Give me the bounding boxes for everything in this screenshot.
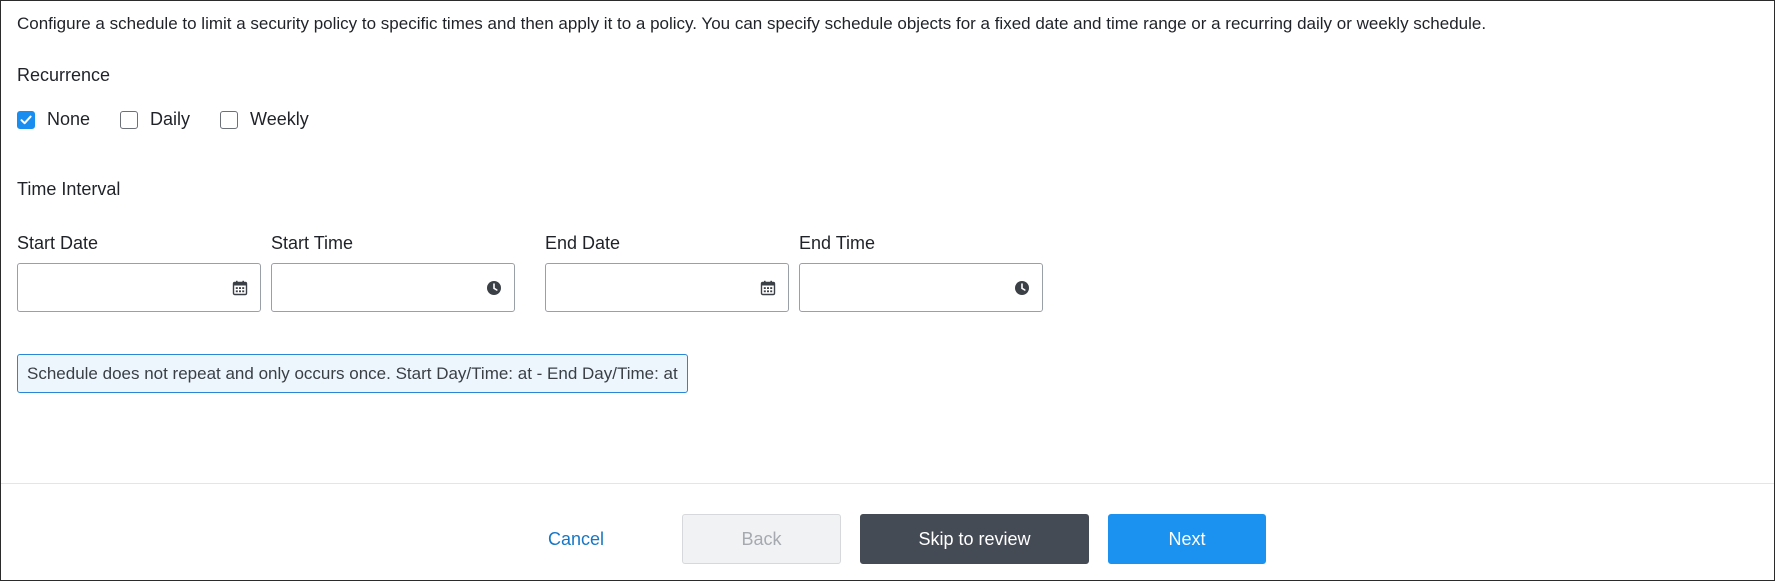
start-date-input-wrapper[interactable]: [17, 263, 261, 312]
start-date-field: Start Date: [17, 233, 261, 312]
start-time-input[interactable]: [282, 264, 476, 311]
skip-to-review-button[interactable]: Skip to review: [860, 514, 1089, 564]
end-time-field: End Time: [799, 233, 1043, 312]
footer-divider: [1, 483, 1774, 484]
recurrence-none-label: None: [47, 109, 91, 129]
panel-description: Configure a schedule to limit a security…: [17, 14, 1487, 33]
start-time-input-wrapper[interactable]: [271, 263, 515, 312]
clock-icon[interactable]: [486, 280, 502, 296]
time-interval-heading: Time Interval: [17, 179, 121, 199]
recurrence-options: None Daily Weekly: [17, 109, 339, 130]
calendar-icon[interactable]: [232, 280, 248, 296]
cancel-button[interactable]: Cancel: [521, 514, 631, 564]
start-time-field: Start Time: [271, 233, 515, 312]
end-time-input-wrapper[interactable]: [799, 263, 1043, 312]
start-date-input[interactable]: [28, 264, 222, 311]
recurrence-weekly-checkbox[interactable]: Weekly: [220, 109, 309, 130]
recurrence-heading: Recurrence: [17, 65, 111, 85]
checkbox-checked-icon[interactable]: [17, 110, 35, 129]
checkbox-unchecked-icon[interactable]: [220, 110, 239, 129]
checkbox-unchecked-icon[interactable]: [120, 110, 139, 129]
end-time-input[interactable]: [810, 264, 1004, 311]
end-date-label: End Date: [545, 233, 621, 253]
clock-icon[interactable]: [1014, 280, 1030, 296]
recurrence-none-checkbox[interactable]: None: [17, 109, 90, 130]
end-date-field: End Date: [545, 233, 789, 312]
schedule-panel: Configure a schedule to limit a security…: [0, 0, 1775, 581]
end-time-label: End Time: [799, 233, 876, 253]
recurrence-weekly-label: Weekly: [250, 109, 309, 129]
next-button[interactable]: Next: [1108, 514, 1266, 564]
start-time-label: Start Time: [271, 233, 354, 253]
recurrence-daily-label: Daily: [150, 109, 191, 129]
end-date-input[interactable]: [556, 264, 750, 311]
recurrence-daily-checkbox[interactable]: Daily: [120, 109, 190, 130]
end-date-input-wrapper[interactable]: [545, 263, 789, 312]
back-button[interactable]: Back: [682, 514, 841, 564]
calendar-icon[interactable]: [760, 280, 776, 296]
start-date-label: Start Date: [17, 233, 99, 253]
schedule-summary-banner: Schedule does not repeat and only occurs…: [17, 354, 688, 393]
